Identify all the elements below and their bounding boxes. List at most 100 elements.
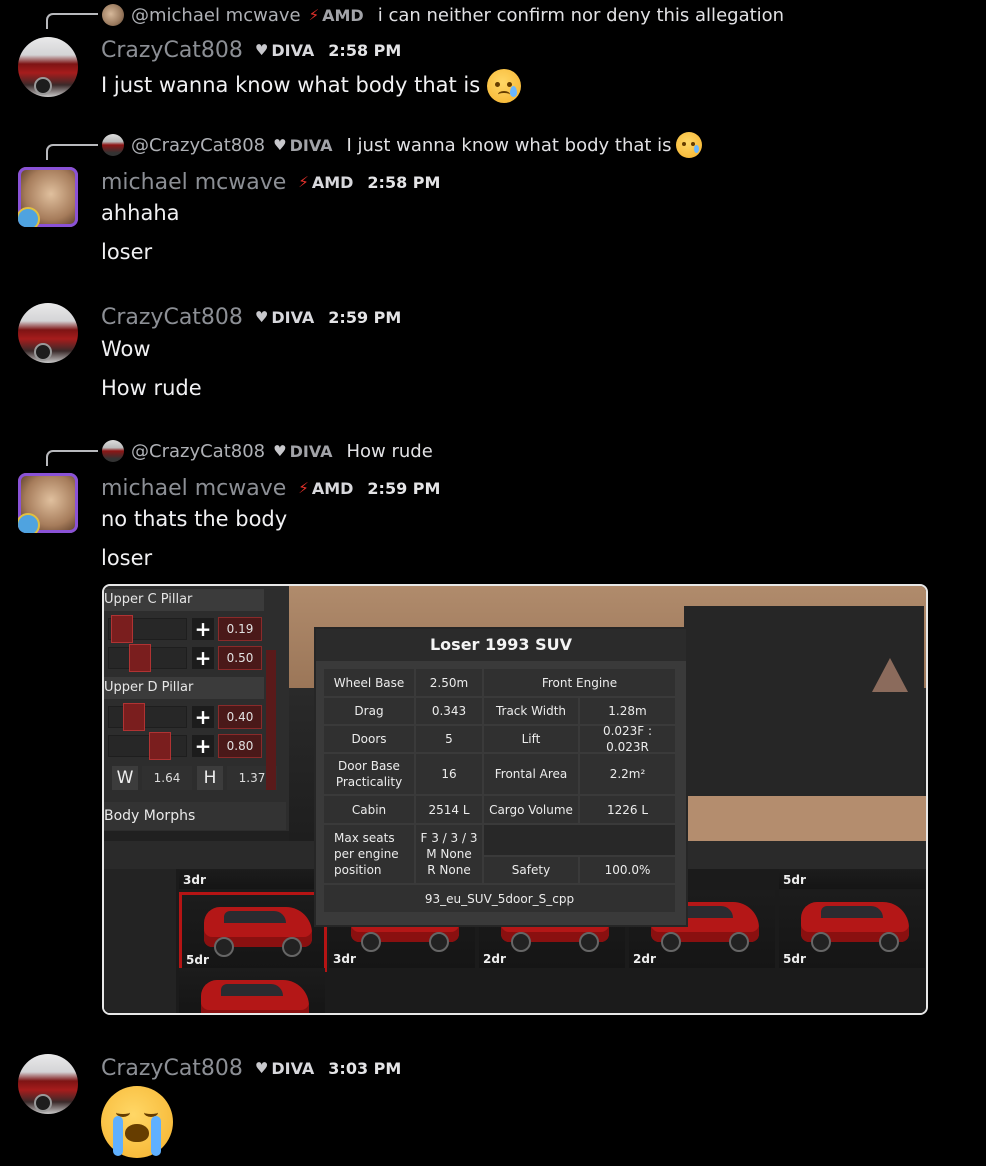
stat-value: 2.50m — [416, 669, 482, 696]
wheel-shape — [34, 77, 52, 95]
add-button[interactable]: + — [192, 735, 214, 757]
add-button[interactable]: + — [192, 618, 214, 640]
reply-preview[interactable]: @michael mcwave ⚡ AMD i can neither confi… — [102, 3, 784, 27]
body-thumbnail[interactable]: 5dr — [779, 869, 925, 889]
avatar[interactable] — [18, 473, 78, 533]
message-text: loser — [101, 240, 153, 264]
reply-connector — [46, 450, 98, 466]
slider-knob[interactable] — [123, 703, 145, 731]
morph-slider[interactable] — [108, 703, 187, 731]
slider-value[interactable]: 0.19 — [218, 617, 262, 641]
stat-value: 0.023F : 0.023R — [580, 724, 675, 754]
stat-label: Frontal Area — [484, 754, 578, 794]
scene-floor — [684, 796, 926, 841]
add-button[interactable]: + — [192, 706, 214, 728]
timestamp: 2:59 PM — [367, 478, 441, 498]
section-title: Upper D Pillar — [104, 677, 264, 699]
heart-icon: ♥ — [273, 442, 287, 460]
avatar[interactable] — [18, 303, 78, 363]
stat-label: Door Base Practicality — [324, 754, 414, 794]
message-text: I just wanna know what body that is — [101, 69, 521, 103]
body-morphs-tab[interactable]: Body Morphs — [104, 802, 286, 830]
amd-tag: ⚡ AMD — [298, 478, 354, 498]
timestamp: 2:58 PM — [367, 172, 441, 192]
diva-tag: ♥ DIVA — [273, 135, 333, 155]
reply-author[interactable]: @CrazyCat808 — [131, 135, 265, 156]
stat-label: Doors — [324, 726, 414, 752]
stat-value: 2514 L — [416, 796, 482, 823]
add-button[interactable]: + — [192, 647, 214, 669]
stat-value: 1226 L — [580, 796, 675, 823]
body-thumbnail[interactable]: 3dr — [179, 869, 325, 889]
slider-knob[interactable] — [111, 615, 133, 643]
morph-slider[interactable] — [108, 615, 187, 643]
message-header: michael mcwave ⚡ AMD 2:58 PM — [101, 167, 440, 197]
reply-author[interactable]: @CrazyCat808 — [131, 441, 265, 462]
body-thumbnail[interactable] — [179, 968, 325, 1013]
stat-label: Cargo Volume — [484, 796, 578, 823]
width-value[interactable]: 1.64 — [142, 766, 192, 790]
reply-preview[interactable]: @CrazyCat808 ♥ DIVA I just wanna know wha… — [102, 132, 702, 158]
stat-label: Lift — [484, 726, 578, 752]
morph-panel: Upper C Pillar + 0.19 + 0.50 Upper D Pil… — [104, 586, 289, 831]
reply-avatar — [102, 134, 124, 156]
body-thumbnail[interactable]: 5dr — [779, 890, 925, 968]
section-title: Upper C Pillar — [104, 589, 264, 611]
slider-value[interactable]: 0.80 — [218, 734, 262, 758]
sad-but-relieved-face-emoji — [675, 132, 702, 158]
loudly-crying-face-emoji — [101, 1086, 173, 1158]
avatar[interactable] — [18, 1054, 78, 1114]
reply-author[interactable]: @michael mcwave — [131, 5, 301, 26]
amd-tag: ⚡ AMD — [308, 5, 364, 25]
car-wheel — [661, 932, 681, 952]
username[interactable]: michael mcwave — [101, 170, 286, 195]
reply-avatar — [102, 440, 124, 462]
slider-knob[interactable] — [129, 644, 151, 672]
panel-scrollbar[interactable] — [266, 650, 276, 790]
avatar[interactable] — [18, 37, 78, 97]
diva-tag: ♥ DIVA — [254, 1058, 315, 1078]
car-wheel — [511, 932, 531, 952]
car-window — [821, 906, 883, 918]
stat-label: Wheel Base — [324, 669, 414, 696]
car-wheel — [214, 937, 234, 957]
username[interactable]: CrazyCat808 — [101, 1056, 243, 1081]
lightning-bolt-icon: ⚡ — [308, 6, 320, 24]
sad-but-relieved-face-emoji — [486, 69, 521, 103]
car-title: Loser 1993 SUV — [316, 629, 686, 661]
lightning-bolt-icon: ⚡ — [298, 479, 309, 497]
height-label: H — [197, 766, 223, 790]
lightning-bolt-icon: ⚡ — [298, 173, 309, 191]
heart-icon: ♥ — [254, 41, 269, 59]
amd-tag: ⚡ AMD — [298, 172, 354, 192]
list-sidebar — [104, 869, 176, 1013]
username[interactable]: CrazyCat808 — [101, 305, 243, 330]
car-stats-panel: Loser 1993 SUV Wheel Base 2.50m Front En… — [314, 627, 688, 927]
reply-preview[interactable]: @CrazyCat808 ♥ DIVA How rude — [102, 439, 433, 463]
car-wheel — [729, 932, 749, 952]
morph-slider[interactable] — [108, 732, 187, 760]
stat-value: 0.343 — [416, 698, 482, 724]
body-thumbnail[interactable]: 5dr — [179, 892, 327, 972]
car-wheel — [282, 937, 302, 957]
username[interactable]: CrazyCat808 — [101, 38, 243, 63]
username[interactable]: michael mcwave — [101, 476, 286, 501]
reply-avatar — [102, 4, 124, 26]
stat-value: 1.28m — [580, 698, 675, 724]
slider-knob[interactable] — [149, 732, 171, 760]
morph-slider[interactable] — [108, 644, 187, 672]
message-header: CrazyCat808 ♥ DIVA 2:59 PM — [101, 302, 401, 332]
avatar[interactable] — [18, 167, 78, 227]
timestamp: 2:58 PM — [328, 40, 402, 60]
stat-label: Track Width — [484, 698, 578, 724]
image-attachment[interactable]: Upper C Pillar + 0.19 + 0.50 Upper D Pil… — [102, 584, 928, 1015]
car-wheel — [579, 932, 599, 952]
timestamp: 3:03 PM — [328, 1058, 402, 1078]
car-wheel — [429, 932, 449, 952]
diva-tag: ♥ DIVA — [254, 307, 315, 327]
message-text: Wow — [101, 337, 151, 361]
slider-value[interactable]: 0.40 — [218, 705, 262, 729]
message-text: How rude — [101, 376, 202, 400]
slider-value[interactable]: 0.50 — [218, 646, 262, 670]
timestamp: 2:59 PM — [328, 307, 402, 327]
